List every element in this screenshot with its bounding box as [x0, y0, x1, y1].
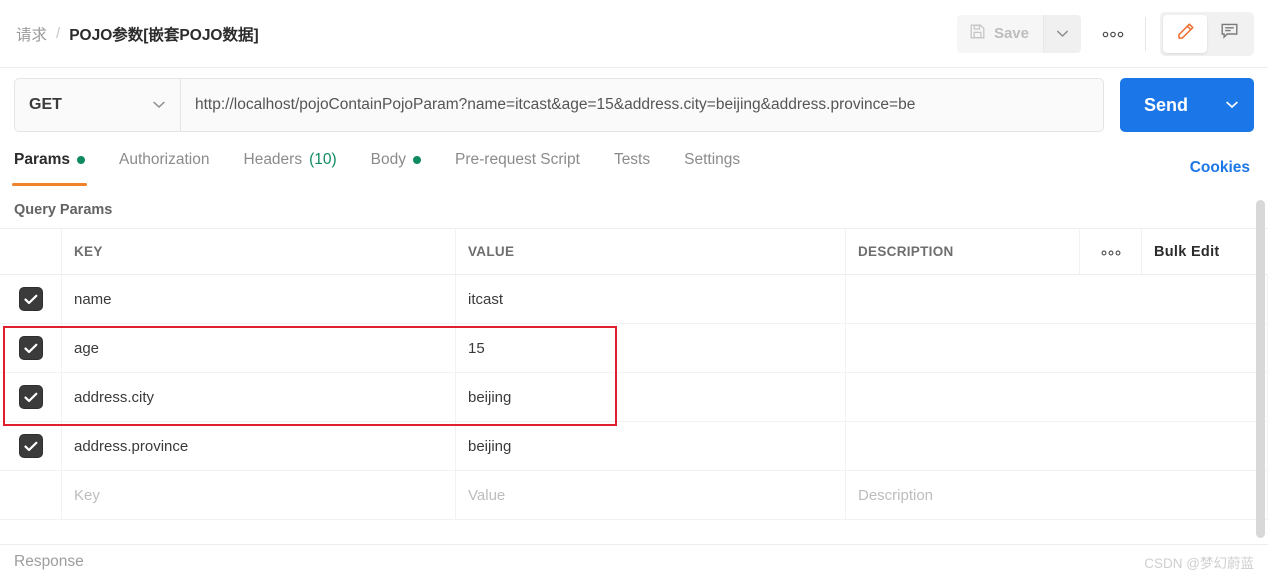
row-checkbox[interactable]: [19, 337, 42, 359]
table-row: age 15: [0, 324, 1268, 373]
chevron-down-icon: [1225, 96, 1239, 114]
page-title: POJO参数[嵌套POJO数据]: [69, 26, 259, 44]
row-checkbox-cell: [0, 373, 62, 421]
row-checkbox-cell: [0, 471, 62, 519]
floppy-disk-icon: [969, 23, 986, 44]
tab-pre-request-script-label: Pre-request Script: [455, 150, 580, 168]
watermark: CSDN @梦幻蔚蓝: [1144, 556, 1254, 571]
tab-headers[interactable]: Headers (10): [244, 142, 337, 186]
row-value[interactable]: beijing: [456, 422, 846, 470]
top-bar: 请求 / POJO参数[嵌套POJO数据] Save: [0, 0, 1268, 68]
save-options-caret[interactable]: [1043, 14, 1081, 53]
row-checkbox[interactable]: [19, 288, 42, 310]
breadcrumb: 请求 / POJO参数[嵌套POJO数据]: [16, 23, 259, 45]
tab-settings[interactable]: Settings: [684, 142, 740, 186]
bulk-edit-button[interactable]: Bulk Edit: [1142, 229, 1268, 274]
row-checkbox-cell: [0, 324, 62, 372]
tab-authorization[interactable]: Authorization: [119, 142, 209, 186]
new-value-input[interactable]: Value: [456, 471, 846, 519]
column-header-value: VALUE: [456, 229, 846, 274]
save-label: Save: [993, 25, 1029, 42]
request-more-options-button[interactable]: [1093, 15, 1133, 53]
column-header-key: KEY: [62, 229, 456, 274]
cookies-link[interactable]: Cookies: [1190, 159, 1250, 186]
row-checkbox-cell: [0, 422, 62, 470]
save-button-group: Save: [956, 14, 1081, 53]
chevron-down-icon: [152, 96, 166, 114]
row-key[interactable]: name: [62, 275, 456, 323]
three-dots-icon: [1102, 25, 1124, 43]
send-button[interactable]: Send: [1119, 78, 1210, 132]
comments-button[interactable]: [1207, 15, 1251, 53]
view-mode-toggle-group: [1160, 11, 1254, 56]
top-bar-actions: Save: [956, 11, 1254, 56]
headers-count: (10): [309, 150, 337, 168]
tab-headers-label: Headers: [243, 150, 303, 168]
params-modified-dot: [77, 155, 86, 164]
send-label: Send: [1143, 94, 1188, 115]
row-description[interactable]: [846, 275, 1268, 323]
row-checkbox[interactable]: [19, 386, 42, 408]
tab-body[interactable]: Body: [370, 142, 422, 186]
response-bar: Response CSDN @梦幻蔚蓝: [0, 544, 1268, 579]
send-button-group: Send: [1119, 78, 1254, 132]
request-url-input[interactable]: http://localhost/pojoContainPojoParam?na…: [180, 78, 1104, 132]
breadcrumb-separator: /: [56, 25, 61, 42]
send-options-caret[interactable]: [1210, 78, 1254, 132]
row-description[interactable]: [846, 422, 1268, 470]
table-row: address.province beijing: [0, 422, 1268, 471]
tab-settings-label: Settings: [684, 150, 741, 168]
tab-params[interactable]: Params: [11, 142, 88, 186]
comment-icon: [1219, 21, 1240, 46]
new-key-input[interactable]: Key: [62, 471, 456, 519]
breadcrumb-root[interactable]: 请求: [16, 23, 47, 45]
edit-mode-button[interactable]: [1163, 14, 1207, 53]
table-options-button[interactable]: [1080, 229, 1142, 274]
tab-tests[interactable]: Tests: [614, 142, 650, 186]
table-row: address.city beijing: [0, 373, 1268, 422]
table-row: name itcast: [0, 275, 1268, 324]
new-description-input[interactable]: Description: [846, 471, 1268, 519]
row-value[interactable]: 15: [456, 324, 846, 372]
toolbar-divider: [1145, 16, 1146, 51]
select-all-cell: [0, 229, 62, 274]
row-checkbox[interactable]: [19, 435, 42, 457]
table-header-row: KEY VALUE DESCRIPTION Bulk Edit: [0, 229, 1268, 275]
tab-authorization-label: Authorization: [119, 150, 210, 168]
row-value[interactable]: itcast: [456, 275, 846, 323]
row-key[interactable]: address.city: [62, 373, 456, 421]
three-dots-icon: [1101, 244, 1121, 259]
query-params-heading: Query Params: [14, 202, 113, 218]
body-modified-dot: [413, 155, 422, 164]
row-value[interactable]: beijing: [456, 373, 846, 421]
table-empty-row: Key Value Description: [0, 471, 1268, 520]
tab-params-label: Params: [14, 150, 71, 168]
params-vertical-scrollbar[interactable]: [1256, 200, 1265, 538]
tab-body-label: Body: [370, 150, 407, 168]
http-method-value: GET: [29, 96, 62, 113]
request-url-row: GET http://localhost/pojoContainPojoPara…: [0, 68, 1268, 142]
pencil-icon: [1175, 21, 1196, 47]
chevron-down-icon: [1056, 25, 1069, 43]
request-url-value: http://localhost/pojoContainPojoParam?na…: [195, 96, 916, 113]
row-description[interactable]: [846, 324, 1268, 372]
http-method-select[interactable]: GET: [14, 78, 180, 132]
tab-pre-request-script[interactable]: Pre-request Script: [455, 142, 580, 186]
row-key[interactable]: age: [62, 324, 456, 372]
query-params-table: KEY VALUE DESCRIPTION Bulk Edit name itc…: [0, 228, 1268, 520]
row-description[interactable]: [846, 373, 1268, 421]
response-label: Response: [14, 553, 84, 570]
query-params-table-wrapper: KEY VALUE DESCRIPTION Bulk Edit name itc…: [0, 228, 1268, 520]
tab-tests-label: Tests: [613, 150, 651, 168]
row-checkbox-cell: [0, 275, 62, 323]
request-tabs: Params Authorization Headers (10) Body P…: [0, 142, 1268, 186]
save-button[interactable]: Save: [956, 14, 1043, 53]
row-key[interactable]: address.province: [62, 422, 456, 470]
column-header-description: DESCRIPTION: [846, 229, 1080, 274]
